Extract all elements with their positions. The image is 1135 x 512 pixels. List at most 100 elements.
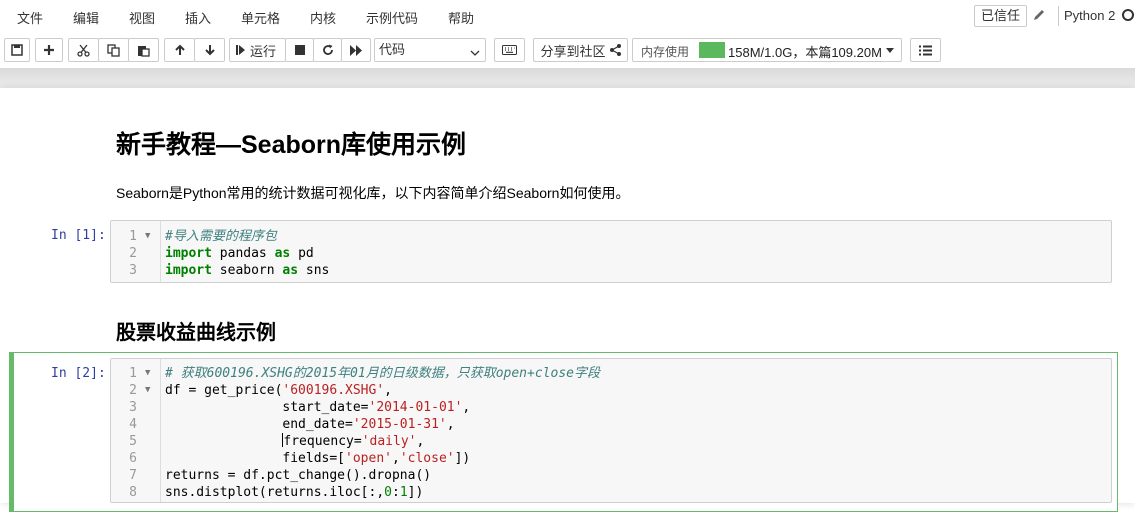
code-token: ,: [462, 400, 471, 415]
code-token: frequency=: [283, 434, 362, 449]
line-number: 2: [129, 246, 137, 261]
table-of-contents-button[interactable]: [910, 38, 941, 62]
line-number: 7: [129, 468, 137, 483]
comment-token: #导入需要的程序包: [165, 229, 277, 244]
code-text: import seaborn as sns: [165, 262, 329, 279]
line-number: 8: [129, 485, 137, 500]
interrupt-button[interactable]: [285, 38, 314, 62]
string-token: '2014-01-01': [368, 400, 463, 415]
code-token: ,: [391, 451, 400, 466]
code-line: 6 fields=['open','close']): [111, 450, 1111, 467]
line-number: 3: [129, 263, 137, 278]
arrow-up-icon: [174, 44, 186, 56]
line-number: 3: [129, 400, 137, 415]
pencil-icon[interactable]: [1032, 8, 1048, 24]
caret-down-icon: [886, 48, 894, 53]
code-text: fields=['open','close']): [165, 450, 470, 467]
code-line: 1 ▼ # 获取600196.XSHG的2015年01月的日级数据，只获取open+…: [111, 365, 1111, 382]
line-number: 1: [129, 366, 137, 381]
line-number: 6: [129, 451, 137, 466]
move-down-button[interactable]: [194, 38, 225, 62]
kernel-idle-indicator-icon: [1122, 9, 1134, 21]
command-palette-button[interactable]: [494, 38, 525, 62]
share-to-community-button[interactable]: 分享到社区: [533, 38, 628, 62]
code-line: 3 import seaborn as sns: [111, 262, 1111, 279]
header-shadow: [0, 68, 1135, 88]
cell-prompt: In [1]:: [51, 228, 106, 243]
save-button[interactable]: [4, 38, 30, 62]
list-icon: [919, 45, 932, 56]
menu-insert[interactable]: 插入: [185, 8, 211, 27]
code-line: 7 returns = df.pct_change().dropna(): [111, 467, 1111, 484]
code-cell-editor[interactable]: 1 ▼ # 获取600196.XSHG的2015年01月的日级数据，只获取open+…: [110, 358, 1112, 503]
line-number: 4: [129, 417, 137, 432]
code-token: pd: [290, 246, 314, 261]
string-token: '600196.XSHG': [282, 383, 385, 398]
code-text: frequency='daily',: [165, 433, 424, 450]
trusted-badge[interactable]: 已信任: [974, 5, 1028, 27]
copy-icon: [107, 43, 120, 57]
code-text: import pandas as pd: [165, 245, 314, 262]
code-text: # 获取600196.XSHG的2015年01月的日级数据，只获取open+cl…: [165, 365, 600, 382]
menu-file[interactable]: 文件: [17, 8, 43, 27]
code-text: df = get_price('600196.XSHG',: [165, 382, 392, 399]
fast-forward-icon: [349, 44, 363, 56]
run-label: 运行: [250, 43, 277, 59]
menu-view[interactable]: 视图: [129, 8, 155, 27]
code-line: 2 import pandas as pd: [111, 245, 1111, 262]
code-line: 8 sns.distplot(returns.iloc[:,0:1]): [111, 484, 1111, 501]
restart-button[interactable]: [313, 38, 342, 62]
menu-kernel[interactable]: 内核: [310, 8, 336, 27]
copy-button[interactable]: [98, 38, 129, 62]
cell-prompt: In [2]:: [51, 366, 106, 381]
run-button[interactable]: 运行: [229, 38, 286, 62]
intro-paragraph: Seaborn是Python常用的统计数据可视化库，以下内容简单介绍Seabor…: [116, 185, 630, 201]
comment-token: # 获取600196.XSHG的2015年01月的日级数据，只获取open+cl…: [165, 366, 600, 381]
code-token: ,: [446, 417, 455, 432]
menu-examples[interactable]: 示例代码: [366, 8, 418, 27]
fold-arrow-icon[interactable]: ▼: [145, 228, 155, 245]
code-token: returns = df.pct_change().dropna(): [165, 468, 432, 483]
chevron-down-icon: [469, 44, 481, 66]
arrow-down-icon: [204, 44, 216, 56]
cell-type-select[interactable]: 代码: [374, 38, 486, 62]
code-token: start_date=: [165, 400, 369, 415]
string-token: 'open': [345, 451, 392, 466]
menu-edit[interactable]: 编辑: [73, 8, 99, 27]
kernel-name: Python 2: [1064, 8, 1116, 23]
code-text: #导入需要的程序包: [165, 228, 277, 245]
keyword-token: import: [165, 263, 212, 278]
code-line: 2 ▼ df = get_price('600196.XSHG',: [111, 382, 1111, 399]
menu-help[interactable]: 帮助: [448, 8, 474, 27]
save-icon: [11, 44, 23, 56]
paste-button[interactable]: [128, 38, 159, 62]
insert-cell-button[interactable]: [35, 38, 63, 62]
section-heading: 股票收益曲线示例: [116, 322, 276, 344]
number-token: 1: [399, 485, 408, 500]
fold-arrow-icon[interactable]: ▼: [145, 365, 155, 382]
code-token: :: [391, 485, 400, 500]
toolbar: 运行 代码 分享到社区 内存使用 158M/1.0G，本篇109.20M: [0, 32, 1135, 68]
line-number: 5: [129, 434, 137, 449]
share-label: 分享到社区: [540, 43, 606, 59]
code-line: 3 start_date='2014-01-01',: [111, 399, 1111, 416]
cut-button[interactable]: [68, 38, 99, 62]
fold-arrow-icon[interactable]: ▼: [145, 382, 155, 399]
code-cell-editor[interactable]: 1 ▼ #导入需要的程序包 2 import pandas as pd 3 import s…: [110, 220, 1112, 283]
menubar: 文件 编辑 视图 插入 单元格 内核 示例代码 帮助 已信任 Python 2: [0, 0, 1135, 32]
line-number: 1: [129, 229, 137, 244]
share-icon: [609, 44, 621, 56]
code-line: 1 ▼ #导入需要的程序包: [111, 228, 1111, 245]
cut-icon: [77, 44, 90, 57]
plus-icon: [43, 44, 55, 56]
menu-cell[interactable]: 单元格: [241, 8, 280, 27]
move-up-button[interactable]: [164, 38, 195, 62]
string-token: 'daily': [361, 434, 417, 449]
code-token: fields=[: [165, 451, 346, 466]
code-token: sns.distplot(returns.iloc[:,: [165, 485, 385, 500]
line-number: 2: [129, 383, 137, 398]
keyword-token: as: [274, 246, 291, 261]
keyword-token: as: [282, 263, 299, 278]
memory-usage-dropdown[interactable]: 内存使用 158M/1.0G，本篇109.20M: [632, 38, 902, 62]
run-all-button[interactable]: [341, 38, 371, 62]
